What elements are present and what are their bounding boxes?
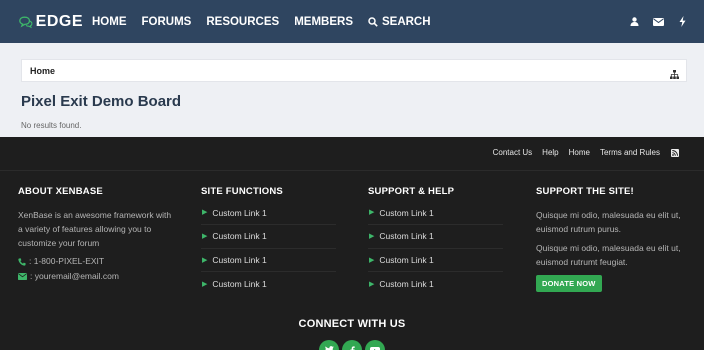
- footer-support-site: SUPPORT THE SITE! Quisque mi odio, males…: [536, 186, 692, 292]
- footer-link-help[interactable]: Help: [542, 148, 558, 157]
- nav-search[interactable]: SEARCH: [368, 16, 431, 28]
- contact-phone: : 1-800-PIXEL-EXIT: [18, 256, 178, 267]
- link-label: Custom Link 1: [379, 278, 434, 289]
- chevron-right-icon: ▶: [202, 233, 208, 241]
- link-label: Custom Link 1: [212, 208, 267, 218]
- link-label: Custom Link 1: [379, 231, 434, 242]
- link-label: Custom Link 1: [212, 231, 267, 242]
- chevron-right-icon: ▶: [202, 280, 208, 288]
- link-label: Custom Link 1: [379, 254, 434, 265]
- footer-links: Contact Us Help Home Terms and Rules: [483, 148, 679, 157]
- footer-divider: [0, 170, 704, 171]
- footer-link-home[interactable]: Home: [569, 148, 590, 157]
- chevron-right-icon: ▶: [369, 256, 375, 264]
- footer-link-contact[interactable]: Contact Us: [493, 148, 533, 157]
- nav-forums[interactable]: FORUMS: [142, 16, 192, 28]
- chevron-right-icon: ▶: [369, 209, 375, 216]
- footer-support-help: SUPPORT & HELP ▶ Custom Link 1 ▶ Custom Li…: [368, 186, 503, 296]
- contact-email-text: : youremail@email.com: [30, 271, 119, 281]
- envelope-icon: [18, 273, 27, 280]
- chevron-right-icon: ▶: [369, 233, 375, 241]
- bolt-icon[interactable]: [676, 16, 688, 28]
- page-title: Pixel Exit Demo Board: [21, 93, 182, 110]
- envelope-icon[interactable]: [652, 16, 664, 28]
- nav-search-label: SEARCH: [381, 15, 431, 28]
- chevron-right-icon: ▶: [202, 256, 208, 264]
- list-item[interactable]: ▶ Custom Link 1: [201, 249, 336, 272]
- site-logo[interactable]: EDGE: [19, 13, 83, 31]
- empty-state-text: No results found.: [21, 121, 82, 130]
- donate-button[interactable]: DONATE NOW: [536, 275, 602, 292]
- link-label: Custom Link 1: [212, 278, 267, 289]
- site-functions-title: SITE FUNCTIONS: [201, 186, 283, 197]
- contact-phone-text: : 1-800-PIXEL-EXIT: [29, 256, 105, 266]
- header-actions: [616, 0, 688, 43]
- contact-email: : youremail@email.com: [18, 271, 178, 282]
- phone-icon: [18, 257, 26, 266]
- support-site-text-2: Quisque mi odio, malesuada eu elit ut, e…: [536, 243, 681, 267]
- nav-home[interactable]: HOME: [92, 16, 127, 28]
- support-help-title: SUPPORT & HELP: [368, 186, 455, 197]
- list-item[interactable]: ▶ Custom Link 1: [201, 272, 336, 296]
- logo-text: EDGE: [35, 12, 83, 30]
- nav-members[interactable]: MEMBERS: [294, 16, 353, 28]
- search-icon: [368, 16, 378, 27]
- site-functions-list: ▶ Custom Link 1 ▶ Custom Link 1 ▶ Custom Li…: [201, 208, 336, 296]
- chat-bubbles-icon: [19, 16, 33, 28]
- footer-site-functions: SITE FUNCTIONS ▶ Custom Link 1 ▶ Custom Li…: [201, 186, 336, 296]
- support-site-title: SUPPORT THE SITE!: [536, 186, 634, 197]
- list-item[interactable]: ▶ Custom Link 1: [368, 249, 503, 272]
- support-help-list: ▶ Custom Link 1 ▶ Custom Link 1 ▶ Custom Li…: [368, 208, 503, 296]
- main-content: Home Pixel Exit Demo Board No results fo…: [0, 43, 704, 137]
- breadcrumb-home[interactable]: Home: [30, 66, 55, 76]
- about-title: ABOUT XENBASE: [18, 186, 103, 197]
- link-label: Custom Link 1: [212, 254, 267, 265]
- list-item[interactable]: ▶ Custom Link 1: [368, 225, 503, 249]
- chevron-right-icon: ▶: [202, 209, 208, 216]
- site-header: EDGE HOME FORUMS RESOURCES MEMBERS SEARC…: [0, 0, 704, 43]
- about-text: XenBase is an awesome framework with a v…: [18, 210, 172, 248]
- user-icon[interactable]: [628, 16, 640, 28]
- list-item[interactable]: ▶ Custom Link 1: [368, 208, 503, 225]
- list-item[interactable]: ▶ Custom Link 1: [201, 225, 336, 249]
- footer-link-terms[interactable]: Terms and Rules: [600, 148, 660, 157]
- connect-title: CONNECT WITH US: [298, 318, 406, 330]
- chevron-right-icon: ▶: [369, 280, 375, 288]
- breadcrumb: Home: [21, 59, 687, 82]
- link-label: Custom Link 1: [379, 208, 434, 218]
- youtube-icon[interactable]: [365, 340, 385, 350]
- main-nav: HOME FORUMS RESOURCES MEMBERS SEARCH: [92, 16, 446, 28]
- social-links: [319, 340, 388, 350]
- rss-icon[interactable]: [671, 148, 679, 157]
- sitemap-icon[interactable]: [670, 66, 679, 84]
- twitter-icon[interactable]: [319, 340, 339, 350]
- nav-resources[interactable]: RESOURCES: [206, 16, 279, 28]
- list-item[interactable]: ▶ Custom Link 1: [201, 208, 336, 225]
- facebook-icon[interactable]: [342, 340, 362, 350]
- list-item[interactable]: ▶ Custom Link 1: [368, 272, 503, 296]
- footer-about: ABOUT XENBASE XenBase is an awesome fram…: [18, 186, 178, 282]
- support-site-text-1: Quisque mi odio, malesuada eu elit ut, e…: [536, 210, 681, 234]
